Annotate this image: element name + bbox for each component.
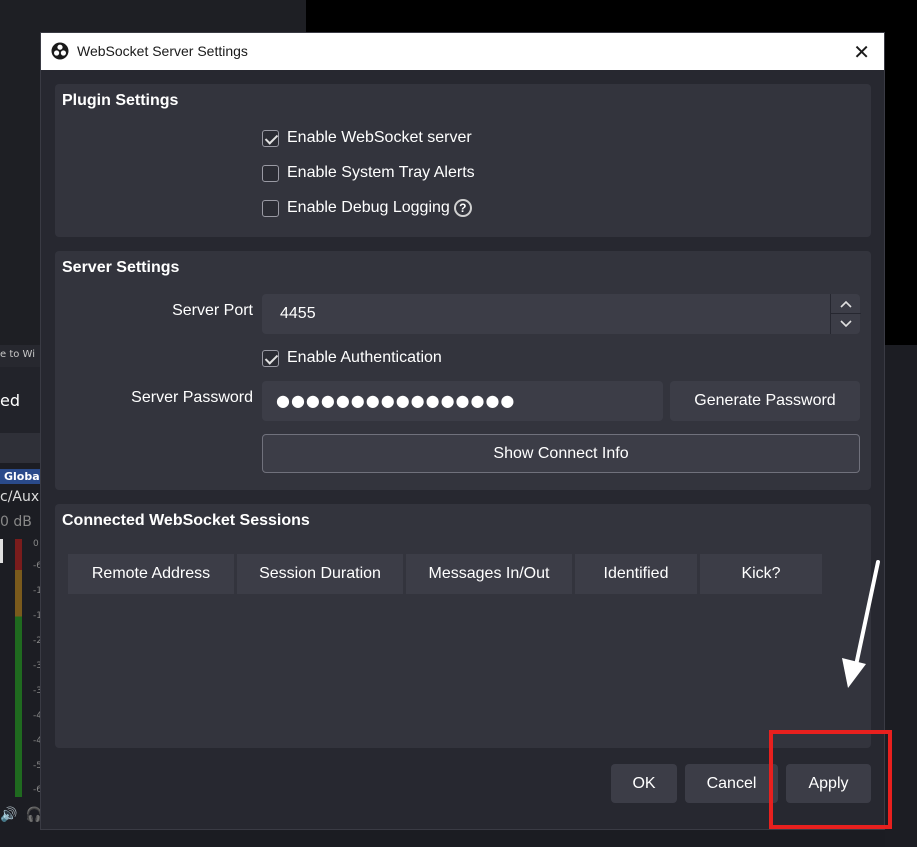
checkbox-checked-icon[interactable] [262, 349, 279, 367]
checkbox-unchecked-icon[interactable] [262, 199, 279, 217]
show-connect-info-button[interactable]: Show Connect Info [262, 434, 860, 473]
server-port-spinbox[interactable]: 4455 [262, 294, 861, 334]
annotation-arrow-icon [842, 560, 880, 688]
server-port-label: Server Port [172, 302, 253, 319]
mixer-icons: 🔊 🎧 [0, 807, 43, 823]
server-port-value[interactable]: 4455 [280, 305, 316, 323]
checkbox-label: Enable Authentication [287, 349, 442, 366]
ok-button[interactable]: OK [611, 764, 677, 803]
enable-debug-logging-checkbox[interactable]: Enable Debug Logging ? [262, 197, 472, 219]
column-header-messages[interactable]: Messages In/Out [406, 554, 572, 594]
websocket-settings-dialog: WebSocket Server Settings ✕ Plugin Setti… [40, 32, 885, 830]
background-strip-text: e to Wi [0, 349, 35, 360]
generate-password-button[interactable]: Generate Password [670, 381, 860, 421]
help-icon[interactable]: ? [453, 199, 472, 217]
checkbox-label: Enable WebSocket server [287, 129, 472, 146]
mixer-source-label: c/Aux [0, 489, 40, 505]
enable-tray-alerts-checkbox[interactable]: Enable System Tray Alerts [262, 162, 475, 184]
server-settings-title: Server Settings [62, 259, 180, 276]
checkbox-label: Enable System Tray Alerts [287, 164, 475, 181]
column-header-kick[interactable]: Kick? [700, 554, 822, 594]
background-partial-text: ed [0, 391, 20, 410]
server-password-value[interactable]: ●●●●●●●●●●●●●●●● [276, 391, 515, 410]
cancel-button[interactable]: Cancel [685, 764, 778, 803]
server-settings-group: Server Settings Server Port 4455 Enable … [55, 251, 871, 490]
connected-sessions-group: Connected WebSocket Sessions Remote Addr… [55, 504, 871, 748]
column-header-identified[interactable]: Identified [575, 554, 697, 594]
server-password-field[interactable]: ●●●●●●●●●●●●●●●● [262, 381, 663, 421]
server-password-label: Server Password [131, 389, 253, 406]
mixer-db-label: 0 dB [0, 514, 32, 530]
volume-meter [15, 539, 22, 797]
checkbox-unchecked-icon[interactable] [262, 164, 279, 182]
enable-authentication-checkbox[interactable]: Enable Authentication [262, 347, 442, 369]
chevron-down-icon[interactable] [831, 314, 861, 334]
sessions-table-header: Remote Address Session Duration Messages… [68, 554, 825, 594]
column-header-session-duration[interactable]: Session Duration [237, 554, 403, 594]
plugin-settings-group: Plugin Settings Enable WebSocket server … [55, 84, 871, 237]
annotation-highlight-box [769, 730, 892, 829]
column-header-remote-address[interactable]: Remote Address [68, 554, 234, 594]
enable-websocket-server-checkbox[interactable]: Enable WebSocket server [262, 127, 472, 149]
checkbox-checked-icon[interactable] [262, 129, 279, 147]
chevron-up-icon[interactable] [831, 294, 861, 314]
checkbox-label: Enable Debug Logging [287, 199, 450, 216]
volume-slider-handle[interactable] [0, 539, 3, 563]
dialog-titlebar: WebSocket Server Settings ✕ [41, 33, 884, 70]
dialog-title: WebSocket Server Settings [77, 43, 248, 59]
connected-sessions-title: Connected WebSocket Sessions [62, 512, 310, 529]
speaker-icon[interactable]: 🔊 [0, 807, 17, 823]
plugin-settings-title: Plugin Settings [62, 92, 179, 109]
obs-logo-icon [51, 42, 69, 60]
port-spinner [830, 294, 861, 334]
close-icon[interactable]: ✕ [853, 40, 870, 64]
meter-tick: 0 [33, 539, 39, 549]
